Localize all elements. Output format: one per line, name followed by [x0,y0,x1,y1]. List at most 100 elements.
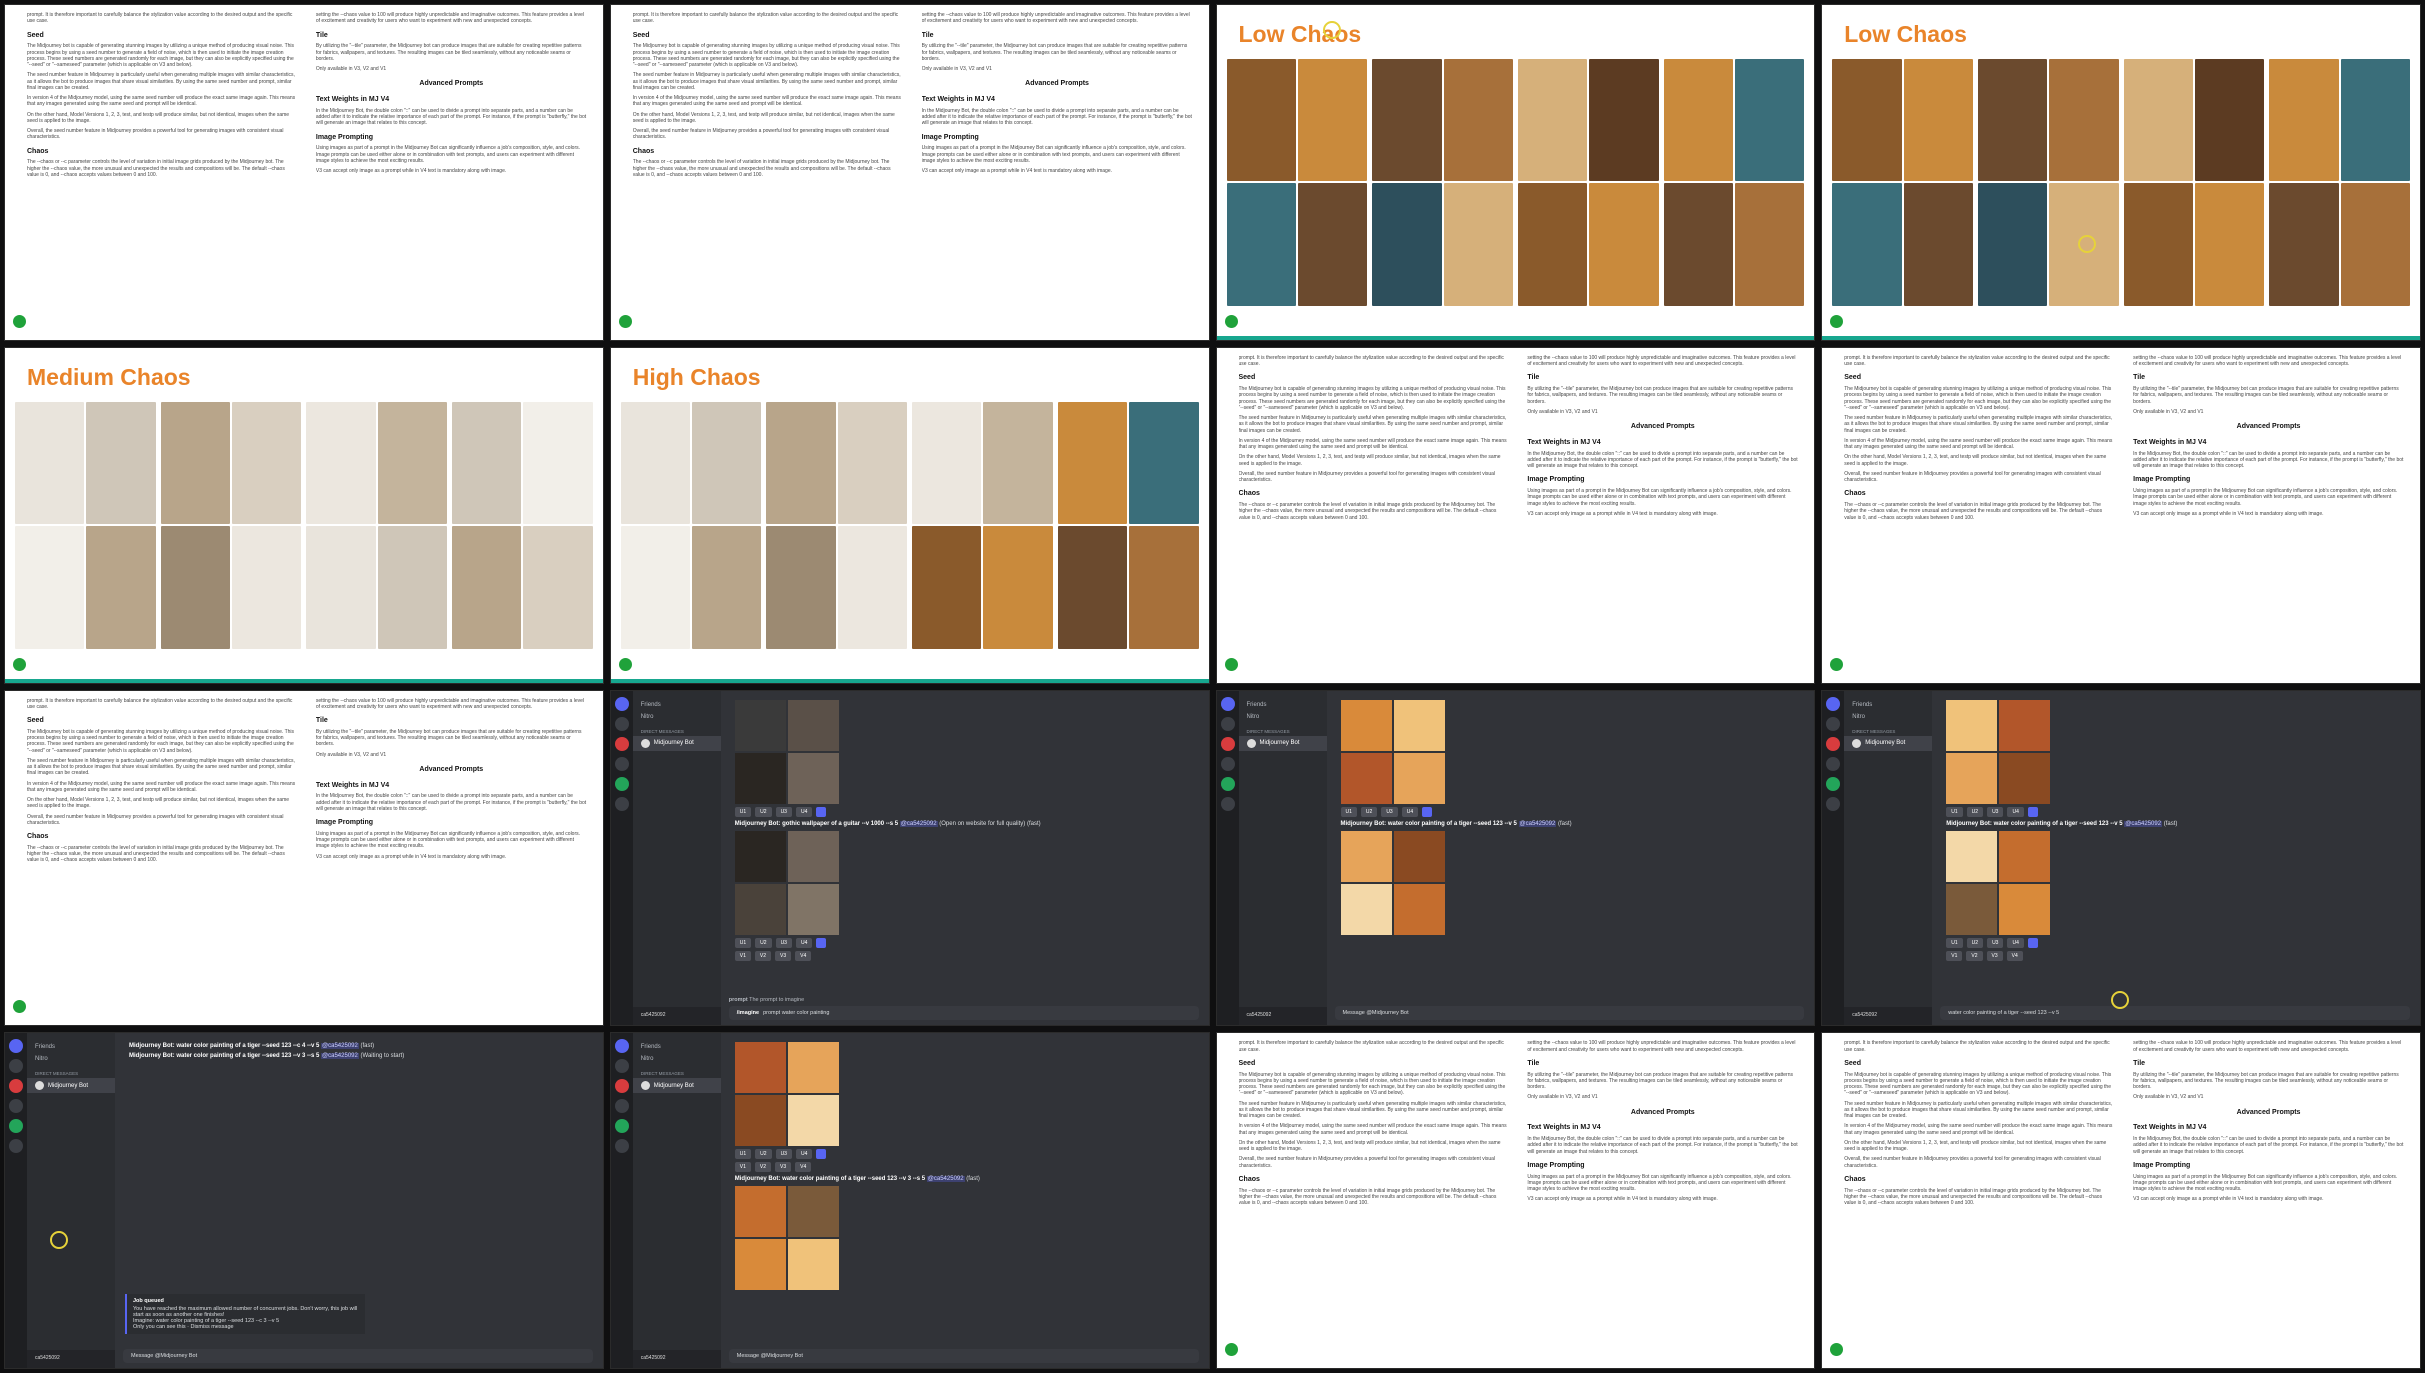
variation-button[interactable]: U4 [795,937,813,948]
image-result-grid[interactable] [734,699,839,804]
server-icon[interactable] [9,1039,23,1054]
friends-link[interactable]: Friends [1844,699,1932,711]
variation-button[interactable]: V4 [795,1162,812,1173]
play-button[interactable] [1224,314,1238,328]
variation-button[interactable]: U1 [1946,937,1963,948]
play-button[interactable] [13,657,26,671]
variation-button[interactable]: U3 [1381,806,1398,817]
variation-button[interactable]: U1 [734,1149,752,1160]
message-input[interactable]: water color painting of a tiger --seed 1… [1940,1006,2410,1021]
server-icon[interactable] [614,1139,629,1154]
dm-midjourney-bot[interactable]: Midjourney Bot [1844,735,1933,751]
generated-image[interactable] [787,830,839,882]
server-icon[interactable] [1220,796,1235,811]
server-icon[interactable] [614,1059,629,1074]
nitro-link[interactable]: Nitro [1239,711,1327,723]
server-icon[interactable] [614,736,629,751]
generated-image[interactable] [787,1186,839,1238]
reroll-button[interactable] [2027,806,2038,817]
generated-image[interactable] [787,699,839,751]
generated-image[interactable] [1340,883,1392,935]
generated-image[interactable] [1340,752,1392,804]
variation-button[interactable]: U2 [1360,806,1378,817]
nitro-link[interactable]: Nitro [1844,711,1932,723]
variation-button[interactable]: V3 [775,1162,792,1173]
variation-button[interactable]: U2 [1966,806,1984,817]
generated-image[interactable] [787,752,839,804]
generated-image[interactable] [1999,830,2051,882]
generated-image[interactable] [1393,752,1445,804]
reroll-button[interactable] [816,806,827,817]
play-button[interactable] [1830,314,1844,328]
server-icon[interactable] [1220,776,1235,791]
variation-button[interactable]: U3 [1987,937,2004,948]
server-icon[interactable] [9,1139,23,1154]
generated-image[interactable] [1946,752,1998,804]
friends-link[interactable]: Friends [27,1041,115,1053]
nitro-link[interactable]: Nitro [27,1053,115,1065]
variation-button[interactable]: U4 [2007,806,2024,817]
generated-image[interactable] [787,1095,839,1147]
friends-link[interactable]: Friends [1239,699,1327,711]
generated-image[interactable] [734,1042,786,1094]
generated-image[interactable] [1393,883,1445,935]
server-icon[interactable] [614,1079,629,1094]
play-button[interactable] [1830,657,1844,671]
message-input[interactable]: Message @Midjourney Bot [728,1349,1199,1363]
variation-button[interactable]: U4 [2007,937,2024,948]
image-result-grid[interactable] [734,830,839,935]
dm-midjourney-bot[interactable]: Midjourney Bot [1238,735,1327,751]
server-icon[interactable] [1826,796,1841,811]
dm-midjourney-bot[interactable]: Midjourney Bot [632,735,721,751]
generated-image[interactable] [734,883,786,935]
message-input[interactable]: Message @Midjourney Bot [1334,1006,1805,1021]
variation-button[interactable]: U1 [1946,806,1963,817]
generated-image[interactable] [1340,699,1392,751]
message-input[interactable]: Message @Midjourney Bot [123,1349,593,1363]
generated-image[interactable] [1999,699,2051,751]
server-icon[interactable] [614,796,629,811]
variation-button[interactable]: U1 [734,937,752,948]
generated-image[interactable] [787,883,839,935]
variation-button[interactable]: V2 [754,950,771,961]
generated-image[interactable] [1946,883,1998,935]
variation-button[interactable]: U4 [795,1149,813,1160]
reroll-button[interactable] [1422,806,1433,817]
generated-image[interactable] [734,1095,786,1147]
play-button[interactable] [1830,1343,1844,1356]
server-icon[interactable] [614,1119,629,1134]
variation-button[interactable]: U2 [755,937,772,948]
image-result-grid[interactable] [1340,830,1445,935]
server-icon[interactable] [614,1039,629,1054]
variation-button[interactable]: U3 [775,1149,792,1160]
variation-button[interactable]: V4 [795,950,812,961]
server-icon[interactable] [9,1079,23,1094]
server-icon[interactable] [9,1119,23,1134]
server-icon[interactable] [1826,756,1841,771]
server-icon[interactable] [614,756,629,771]
generated-image[interactable] [1393,830,1445,882]
image-result-grid[interactable] [1946,830,2051,935]
server-icon[interactable] [1826,736,1841,751]
variation-button[interactable]: V1 [734,950,751,961]
generated-image[interactable] [1393,699,1445,751]
variation-button[interactable]: V4 [2006,950,2023,961]
dm-midjourney-bot[interactable]: Midjourney Bot [632,1078,721,1094]
variation-button[interactable]: V2 [754,1162,771,1173]
variation-button[interactable]: U3 [775,806,792,817]
variation-button[interactable]: U3 [775,937,792,948]
generated-image[interactable] [787,1042,839,1094]
reroll-button[interactable] [816,937,827,948]
server-icon[interactable] [1220,696,1235,711]
generated-image[interactable] [1999,883,2051,935]
server-icon[interactable] [1220,756,1235,771]
variation-button[interactable]: U4 [795,806,813,817]
generated-image[interactable] [1340,830,1392,882]
generated-image[interactable] [1946,830,1998,882]
variation-button[interactable]: V3 [775,950,792,961]
variation-button[interactable]: V1 [1946,950,1963,961]
reroll-button[interactable] [816,1149,827,1160]
message-input[interactable]: /imagine prompt water color painting [728,1006,1199,1021]
image-result-grid[interactable] [734,1186,839,1291]
play-button[interactable] [1224,1343,1238,1356]
